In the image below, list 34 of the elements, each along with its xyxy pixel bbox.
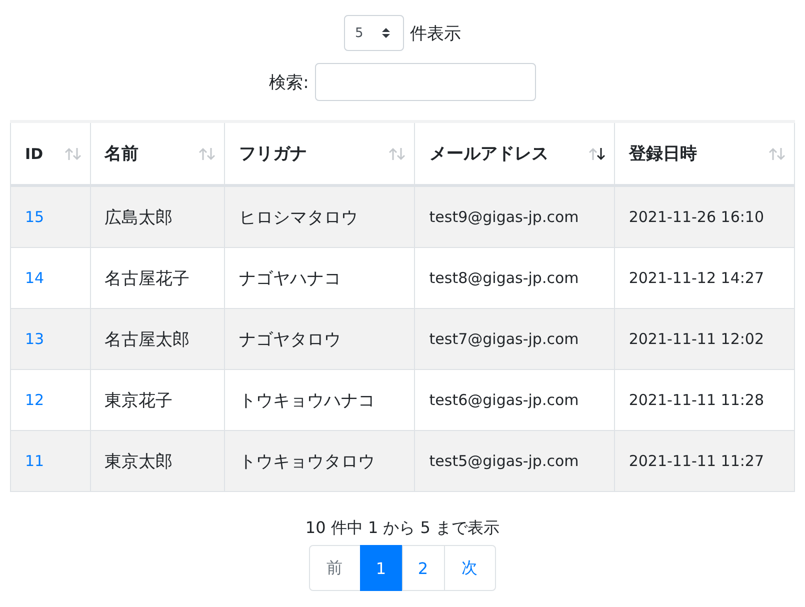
page-button[interactable]: 次 — [444, 545, 496, 591]
page-button[interactable]: 2 — [402, 545, 444, 591]
table-cell: test6@gigas-jp.com — [429, 391, 579, 409]
id-link[interactable]: 14 — [25, 269, 44, 287]
table-cell: 2021-11-11 11:28 — [628, 391, 764, 409]
table-cell: 名古屋太郎 — [104, 330, 190, 350]
table-cell: 2021-11-11 11:27 — [628, 452, 764, 470]
table-cell: 広島太郎 — [104, 208, 172, 228]
table-cell: 東京花子 — [104, 390, 172, 410]
search-label: 検索: — [269, 72, 309, 94]
table-info: 10 件中 1 から 5 まで表示 — [305, 518, 500, 539]
table-cell: 2021-11-11 12:02 — [628, 330, 764, 348]
table-cell: ナゴヤタロウ — [238, 330, 341, 350]
id-link[interactable]: 11 — [25, 452, 44, 470]
table-cell: 名古屋花子 — [104, 268, 190, 288]
table-cell: 2021-11-12 14:27 — [628, 269, 764, 287]
table-cell: test7@gigas-jp.com — [429, 330, 579, 348]
search-field[interactable] — [314, 63, 536, 101]
id-link[interactable]: 12 — [25, 391, 44, 409]
caret-icon — [381, 26, 391, 40]
page-size-select[interactable]: 5 — [344, 15, 404, 51]
table-cell: test9@gigas-jp.com — [429, 208, 579, 226]
table-cell: test5@gigas-jp.com — [429, 452, 579, 470]
id-link[interactable]: 15 — [25, 208, 44, 226]
page-button[interactable]: 1 — [360, 545, 402, 591]
id-link[interactable]: 13 — [25, 330, 44, 348]
table-cell: ヒロシマタロウ — [238, 208, 358, 228]
table-cell: 東京太郎 — [104, 452, 172, 472]
page-size-label: 件表示 — [410, 22, 461, 44]
table-cell: ナゴヤハナコ — [238, 268, 341, 288]
table-cell: トウキョウハナコ — [238, 390, 375, 410]
table-cell: test8@gigas-jp.com — [429, 269, 579, 287]
table-cell: トウキョウタロウ — [238, 452, 375, 472]
table-cell: 2021-11-26 16:10 — [628, 208, 764, 226]
